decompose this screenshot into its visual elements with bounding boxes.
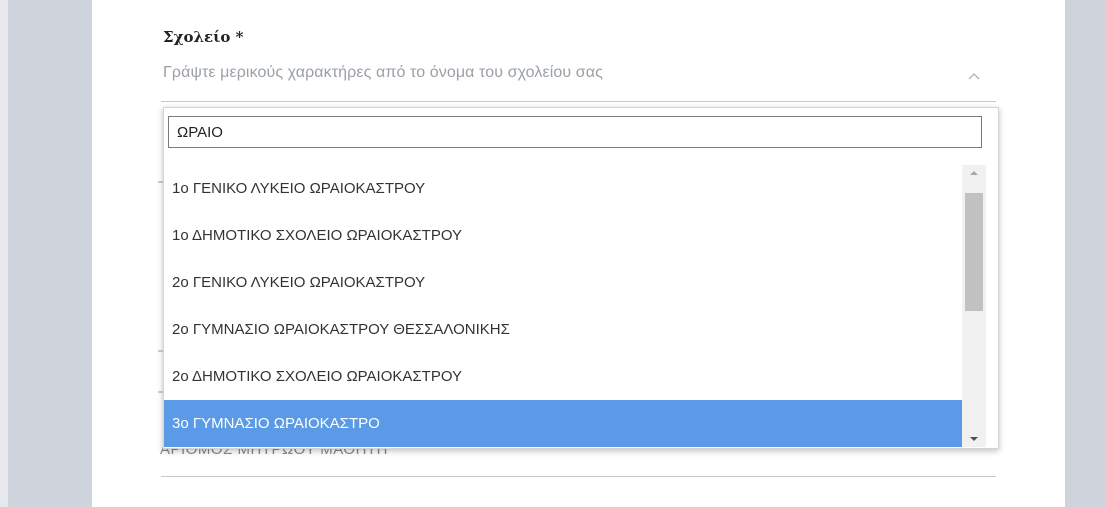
school-field-underline: [161, 101, 996, 102]
school-option[interactable]: 2ο ΓΥΜΝΑΣΙΟ ΩΡΑΙΟΚΑΣΤΡΟΥ ΘΕΣΣΑΛΟΝΙΚΗΣ: [164, 306, 962, 353]
registry-field-underline: [161, 476, 996, 477]
school-option[interactable]: 2ο ΓΕΝΙΚΟ ΛΥΚΕΙΟ ΩΡΑΙΟΚΑΣΤΡΟΥ: [164, 259, 962, 306]
school-dropdown: 1ο ΓΕΝΙΚΟ ΛΥΚΕΙΟ ΩΡΑΙΟΚΑΣΤΡΟΥ 1ο ΔΗΜΟΤΙΚ…: [163, 107, 999, 449]
school-option-selected[interactable]: 3ο ΓΥΜΝΑΣΙΟ ΩΡΑΙΟΚΑΣΤΡΟ: [164, 400, 962, 447]
page-left-margin: [0, 0, 92, 507]
school-option[interactable]: 2ο ΔΗΜΟΤΙΚΟ ΣΧΟΛΕΙΟ ΩΡΑΙΟΚΑΣΤΡΟΥ: [164, 353, 962, 400]
school-search-input[interactable]: [168, 116, 982, 148]
page-right-margin: [1065, 0, 1105, 507]
school-field-label: Σχολείο *: [163, 28, 244, 46]
school-field-placeholder[interactable]: Γράψτε μερικούς χαρακτήρες από το όνομα …: [163, 64, 603, 82]
dropdown-scrollbar[interactable]: [962, 165, 986, 447]
scroll-down-arrow-icon[interactable]: [962, 431, 986, 447]
chevron-up-icon[interactable]: [966, 70, 982, 82]
school-option[interactable]: 1ο ΔΗΜΟΤΙΚΟ ΣΧΟΛΕΙΟ ΩΡΑΙΟΚΑΣΤΡΟΥ: [164, 212, 962, 259]
school-option[interactable]: 1ο ΓΕΝΙΚΟ ΛΥΚΕΙΟ ΩΡΑΙΟΚΑΣΤΡΟΥ: [164, 165, 962, 212]
school-options-list: 1ο ΓΕΝΙΚΟ ΛΥΚΕΙΟ ΩΡΑΙΟΚΑΣΤΡΟΥ 1ο ΔΗΜΟΤΙΚ…: [164, 165, 962, 447]
scroll-up-arrow-icon[interactable]: [962, 165, 986, 181]
scrollbar-thumb[interactable]: [965, 193, 983, 311]
